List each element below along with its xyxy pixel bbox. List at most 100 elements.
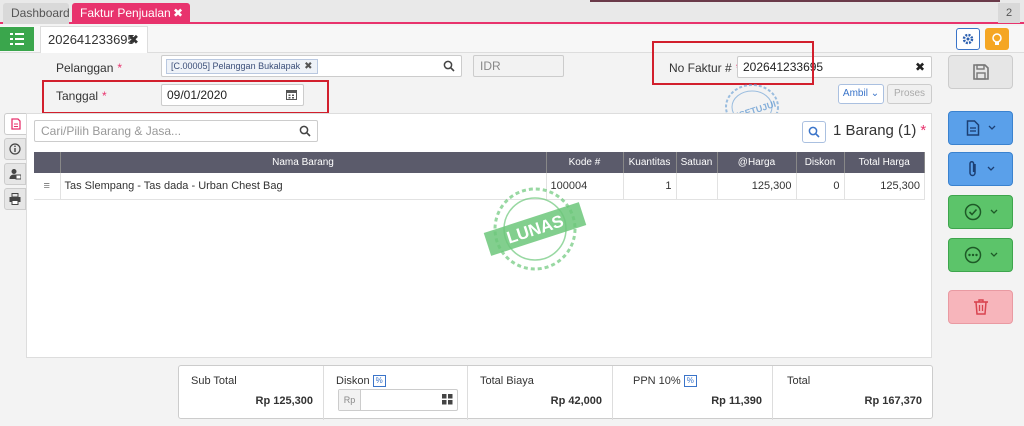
calculator-icon bbox=[442, 394, 453, 405]
total-value: Rp 167,370 bbox=[864, 395, 922, 407]
col-nama-barang: Nama Barang bbox=[60, 152, 547, 173]
col-kode: Kode # bbox=[546, 152, 624, 173]
col-total-harga: Total Harga bbox=[844, 152, 925, 173]
currency-field: IDR bbox=[473, 55, 564, 77]
user-card-icon bbox=[9, 169, 21, 180]
file-text-icon bbox=[966, 120, 979, 136]
table-header-row: Nama Barang Kode # Kuantitas Satuan @Har… bbox=[34, 152, 925, 173]
side-tab-items[interactable] bbox=[4, 113, 26, 135]
check-circle-icon bbox=[964, 203, 981, 221]
document-tab-label: 202641233695 bbox=[48, 32, 135, 47]
cell-satuan[interactable] bbox=[676, 173, 718, 200]
subtotal-value: Rp 125,300 bbox=[255, 395, 313, 407]
cell-harga[interactable]: 125,300 bbox=[717, 173, 797, 200]
diskon-label: Diskon% bbox=[336, 375, 386, 387]
top-accent-line bbox=[590, 0, 1000, 2]
more-actions-button[interactable] bbox=[948, 238, 1013, 272]
document-close-icon[interactable]: ✖ bbox=[128, 27, 139, 53]
item-search-placeholder: Cari/Pilih Barang & Jasa... bbox=[41, 124, 182, 138]
side-tabs bbox=[4, 113, 26, 213]
total-biaya-label: Total Biaya bbox=[480, 375, 534, 387]
proses-button[interactable]: Proses bbox=[887, 84, 932, 104]
totals-bar: Sub Total Rp 125,300 Diskon% Rp Total Bi… bbox=[178, 365, 933, 420]
customer-tag-label: [C.00005] Pelanggan Bukalapak bbox=[171, 61, 301, 71]
total-biaya-cell: Total Biaya Rp 42,000 bbox=[468, 366, 613, 420]
col-kuantitas: Kuantitas bbox=[623, 152, 677, 173]
side-tab-print[interactable] bbox=[4, 188, 26, 210]
search-icon bbox=[808, 126, 820, 138]
settings-button[interactable] bbox=[956, 28, 980, 50]
item-search-button[interactable] bbox=[802, 121, 826, 143]
chevron-down-icon bbox=[990, 252, 997, 257]
tab-faktur-label: Faktur Penjualan bbox=[80, 6, 171, 20]
ppn-value: Rp 11,390 bbox=[711, 395, 762, 407]
ppn-cell: PPN 10%% Rp 11,390 bbox=[613, 366, 773, 420]
lightbulb-icon bbox=[992, 32, 1002, 45]
ambil-button[interactable]: Ambil ⌄ bbox=[838, 84, 884, 104]
tanggal-highlight bbox=[42, 80, 329, 114]
tab-count-dropdown[interactable]: 2 bbox=[998, 3, 1020, 23]
customer-tag-close-icon[interactable]: ✖ bbox=[304, 61, 312, 72]
no-faktur-highlight bbox=[652, 41, 814, 85]
approve-button[interactable] bbox=[948, 195, 1013, 229]
attachment-button[interactable] bbox=[948, 152, 1013, 186]
gear-icon bbox=[962, 33, 974, 45]
list-icon bbox=[10, 33, 24, 45]
search-icon bbox=[299, 125, 311, 137]
total-biaya-value: Rp 42,000 bbox=[550, 395, 602, 407]
diskon-currency-prefix: Rp bbox=[339, 390, 361, 410]
trash-icon bbox=[973, 299, 988, 315]
top-tab-bar: Dashboard Faktur Penjualan ✖ 2 bbox=[0, 0, 1024, 24]
col-harga: @Harga bbox=[717, 152, 797, 173]
document-tab[interactable]: 202641233695 ✖ bbox=[40, 26, 148, 53]
diskon-input[interactable]: Rp bbox=[338, 389, 458, 411]
tips-button[interactable] bbox=[985, 28, 1009, 50]
printer-icon bbox=[9, 193, 21, 205]
cell-nama-barang[interactable]: Tas Slempang - Tas dada - Urban Chest Ba… bbox=[60, 173, 547, 200]
col-satuan: Satuan bbox=[676, 152, 718, 173]
side-tab-user[interactable] bbox=[4, 163, 26, 185]
item-search-input[interactable]: Cari/Pilih Barang & Jasa... bbox=[34, 120, 318, 142]
col-diskon: Diskon bbox=[796, 152, 845, 173]
items-panel: Cari/Pilih Barang & Jasa... 1 Barang (1)… bbox=[26, 113, 932, 358]
pelanggan-label: Pelanggan * bbox=[56, 61, 123, 75]
list-menu-button[interactable] bbox=[0, 27, 34, 51]
total-cell: Total Rp 167,370 bbox=[773, 366, 932, 420]
subtotal-cell: Sub Total Rp 125,300 bbox=[179, 366, 324, 420]
delete-button[interactable] bbox=[948, 290, 1013, 324]
save-button[interactable] bbox=[948, 55, 1013, 89]
chevron-down-icon bbox=[987, 166, 994, 171]
tab-close-icon[interactable]: ✖ bbox=[173, 3, 183, 24]
clear-icon[interactable]: ✖ bbox=[915, 57, 925, 77]
more-circle-icon bbox=[964, 246, 981, 264]
tab-dashboard-label: Dashboard bbox=[11, 6, 70, 20]
document-menu-button[interactable] bbox=[948, 111, 1013, 145]
diskon-percent-toggle[interactable]: % bbox=[372, 375, 386, 387]
document-bar: 202641233695 ✖ bbox=[0, 26, 1024, 53]
save-icon bbox=[972, 64, 989, 80]
chevron-down-icon bbox=[988, 125, 995, 130]
ppn-label: PPN 10%% bbox=[633, 375, 697, 387]
document-icon bbox=[10, 118, 21, 130]
search-icon bbox=[443, 60, 455, 72]
info-icon bbox=[9, 143, 21, 155]
tab-dashboard[interactable]: Dashboard bbox=[3, 3, 70, 24]
item-count-label: 1 Barang (1) * bbox=[833, 122, 927, 139]
cell-total-harga: 125,300 bbox=[844, 173, 925, 200]
pelanggan-field[interactable]: [C.00005] Pelanggan Bukalapak ✖ bbox=[161, 55, 462, 77]
ppn-percent-toggle[interactable]: % bbox=[683, 375, 697, 387]
lunas-stamp-icon: LUNAS bbox=[483, 187, 587, 271]
chevron-down-icon bbox=[990, 209, 997, 214]
subtotal-label: Sub Total bbox=[191, 375, 237, 387]
tab-faktur-penjualan[interactable]: Faktur Penjualan ✖ bbox=[72, 3, 190, 24]
paperclip-icon bbox=[968, 160, 976, 177]
drag-handle-icon[interactable]: ≡ bbox=[34, 173, 61, 200]
chevron-down-icon: ⌄ bbox=[870, 88, 880, 99]
total-label: Total bbox=[787, 375, 811, 387]
diskon-cell: Diskon% Rp bbox=[324, 366, 468, 420]
col-handle bbox=[34, 152, 61, 173]
cell-diskon[interactable]: 0 bbox=[796, 173, 845, 200]
side-tab-info[interactable] bbox=[4, 138, 26, 160]
customer-tag: [C.00005] Pelanggan Bukalapak ✖ bbox=[166, 59, 318, 74]
cell-kuantitas[interactable]: 1 bbox=[623, 173, 677, 200]
